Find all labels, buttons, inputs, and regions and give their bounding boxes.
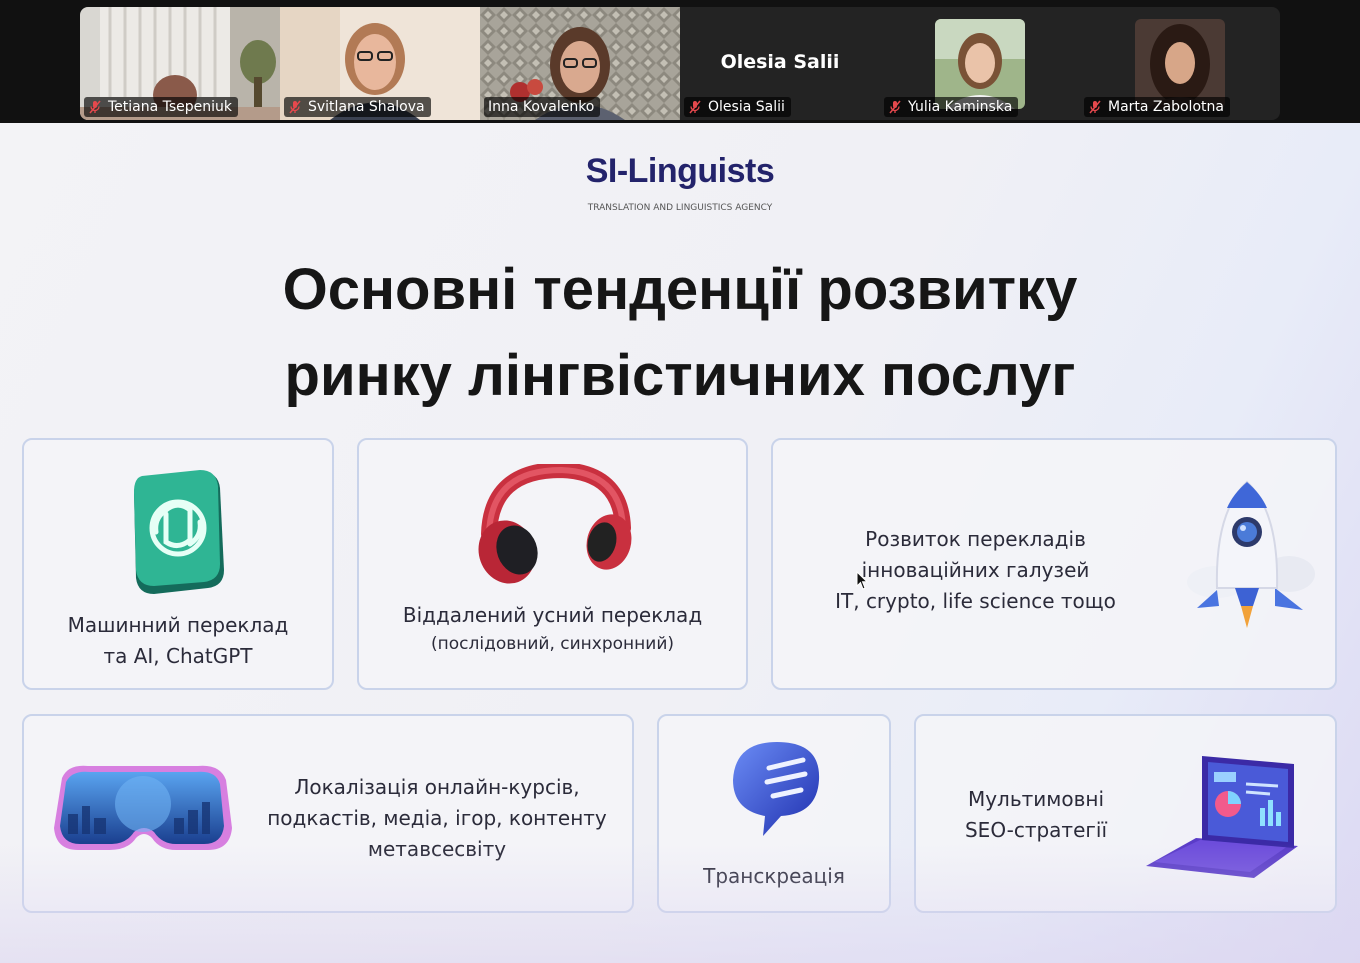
card-text: Розвиток перекладів інноваційних галузей… xyxy=(803,524,1148,617)
chat-bubble-icon xyxy=(733,742,820,836)
card-text-line: Транскреація xyxy=(703,864,845,888)
card-text-line: Локалізація онлайн-курсів, xyxy=(294,775,580,799)
card-text-line: інноваційних галузей xyxy=(861,558,1090,582)
card-text: Машинний переклад та AI, ChatGPT xyxy=(24,610,332,672)
participant-tile-active-speaker[interactable]: Inna Kovalenko xyxy=(480,7,680,120)
participant-name: Olesia Salii xyxy=(708,99,785,115)
vr-headset-icon xyxy=(54,765,232,850)
participant-name-tag: Tetiana Tsepeniuk xyxy=(84,97,239,117)
participant-name-tag: Olesia Salii xyxy=(684,97,791,117)
avatar xyxy=(935,19,1025,109)
card-transcreation: Транскреація xyxy=(657,714,891,913)
card-text-line: Машинний переклад xyxy=(67,613,289,637)
card-text-line: Мультимовні xyxy=(967,787,1105,811)
brand-logo: SI-Linguists xyxy=(585,152,775,190)
participant-tile[interactable]: Yulia Kaminska xyxy=(880,7,1080,120)
shared-slide: SI-Linguists TRANSLATION AND LINGUISTICS… xyxy=(0,123,1360,963)
mic-muted-icon xyxy=(1088,100,1102,114)
card-text-line: SEO-стратегії xyxy=(964,818,1108,842)
participant-name: Tetiana Tsepeniuk xyxy=(108,99,233,115)
card-multilingual-seo: Мультимовні SEO-стратегії xyxy=(914,714,1337,913)
participant-name: Svitlana Shalova xyxy=(308,99,425,115)
avatar xyxy=(1135,19,1225,109)
mic-muted-icon xyxy=(88,100,102,114)
participant-strip: Tetiana Tsepeniuk Svitlana Shalova Inna … xyxy=(0,0,1360,123)
card-text: Транскреація xyxy=(659,861,889,892)
card-text-line: (послідовний, синхронний) xyxy=(431,634,674,654)
participant-name-tag: Inna Kovalenko xyxy=(484,97,601,117)
card-text: Віддалений усний переклад (послідовний, … xyxy=(359,600,746,657)
rocket-icon xyxy=(1187,480,1315,628)
brand-tagline: TRANSLATION AND LINGUISTICS AGENCY xyxy=(587,203,773,213)
participant-tile[interactable]: Tetiana Tsepeniuk xyxy=(80,7,280,120)
card-machine-translation: Машинний переклад та AI, ChatGPT xyxy=(22,438,334,690)
card-text-line: та AI, ChatGPT xyxy=(103,644,253,668)
card-text-line: метавсесвіту xyxy=(367,837,507,861)
card-text-line: IT, crypto, life science тощо xyxy=(835,589,1116,613)
participant-tile[interactable]: Svitlana Shalova xyxy=(280,7,480,120)
mic-muted-icon xyxy=(888,100,902,114)
participant-display-name: Olesia Salii xyxy=(720,51,840,73)
participant-name: Yulia Kaminska xyxy=(908,99,1013,115)
card-text-line: Розвиток перекладів xyxy=(865,527,1086,551)
mouse-cursor-icon xyxy=(856,571,869,590)
participant-tile[interactable]: Marta Zabolotna xyxy=(1080,7,1280,120)
card-text: Локалізація онлайн-курсів, подкастів, ме… xyxy=(262,772,612,865)
participant-tile[interactable]: Olesia Salii Olesia Salii xyxy=(680,7,880,120)
chatgpt-logo-icon xyxy=(134,470,224,594)
card-innovation-industries: Розвиток перекладів інноваційних галузей… xyxy=(771,438,1337,690)
slide-title-line: Основні тенденції розвитку xyxy=(282,257,1078,322)
mic-muted-icon xyxy=(288,100,302,114)
participant-name: Marta Zabolotna xyxy=(1108,99,1224,115)
laptop-analytics-icon xyxy=(1146,756,1298,878)
participant-name: Inna Kovalenko xyxy=(488,99,595,115)
card-remote-interpreting: Віддалений усний переклад (послідовний, … xyxy=(357,438,748,690)
slide-title: Основні тенденції розвитку ринку лінгвіс… xyxy=(0,247,1360,419)
slide-title-line: ринку лінгвістичних послуг xyxy=(284,343,1076,408)
participant-name-tag: Yulia Kaminska xyxy=(884,97,1019,117)
card-localization: Локалізація онлайн-курсів, подкастів, ме… xyxy=(22,714,634,913)
mic-muted-icon xyxy=(688,100,702,114)
headphones-icon xyxy=(478,464,632,584)
participant-name-tag: Marta Zabolotna xyxy=(1084,97,1230,117)
card-text-line: Віддалений усний переклад xyxy=(402,603,703,627)
card-text: Мультимовні SEO-стратегії xyxy=(936,784,1136,846)
card-text-line: подкастів, медіа, ігор, контенту xyxy=(267,806,607,830)
participant-name-tag: Svitlana Shalova xyxy=(284,97,431,117)
